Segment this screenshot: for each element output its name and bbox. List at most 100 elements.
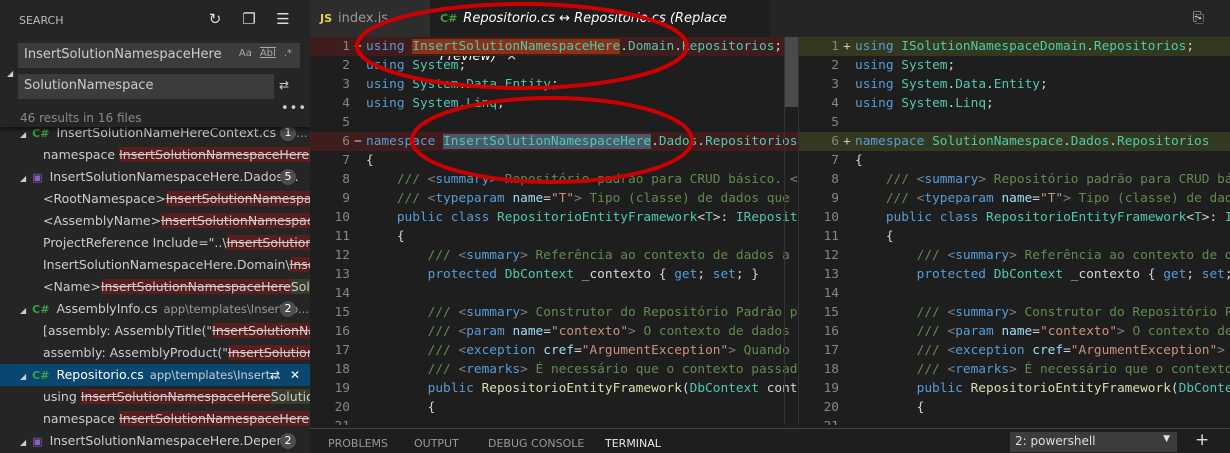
result-match[interactable]: namespace InsertSolutionNamespaceHereSo.… (0, 144, 310, 166)
result-match[interactable]: [assembly: AssemblyTitle("InsertSolution… (0, 320, 310, 342)
removed-marker-icon: − (354, 39, 362, 54)
result-match[interactable]: InsertSolutionNamespaceHere.Domain\Inser… (0, 254, 310, 276)
file-name: AssemblyInfo.cs (56, 301, 158, 316)
regex-icon[interactable]: .* (284, 48, 292, 59)
refresh-icon[interactable]: ↻ (206, 10, 224, 28)
replace-all-icon[interactable]: ⇄ (279, 78, 289, 92)
clear-results-icon[interactable]: ☰ (274, 10, 292, 28)
result-file[interactable]: ◢ C# AssemblyInfo.cs app\templates\InsertSo… (0, 298, 310, 320)
code-token: /// (885, 172, 917, 187)
open-file-icon[interactable]: ⎘ (1193, 10, 1204, 26)
code-token: typeparam (435, 191, 505, 206)
csharp-file-icon: C# (32, 369, 50, 382)
code-token: Dados (1070, 134, 1110, 149)
panel: PROBLEMS OUTPUT DEBUG CONSOLE TERMINAL 2… (310, 428, 1230, 453)
more-options-icon[interactable]: ••• (281, 101, 307, 116)
match-removed: InsertSolutionN... (227, 345, 310, 360)
code-line: 9 /// <typeparam name="T"> Tipo (classe)… (799, 189, 1230, 208)
replace-all-in-file-icon[interactable]: ⇄ (270, 364, 280, 386)
dismiss-icon[interactable]: ✕ (290, 364, 300, 386)
result-match[interactable]: ProjectReference Include="..\InsertSolut… (0, 232, 310, 254)
code-token: > (489, 172, 498, 187)
code-token: ; } (1225, 267, 1230, 282)
whole-word-icon[interactable]: Abl (260, 48, 276, 59)
expand-icon[interactable]: ◢ (20, 432, 26, 452)
code-token: Dados (658, 134, 698, 149)
code-token: public (396, 210, 444, 225)
sidebar-title: SEARCH (19, 14, 64, 27)
tab-problems[interactable]: PROBLEMS (328, 437, 388, 450)
terminal-select-value: 2: powershell (1015, 434, 1096, 448)
changed-line: 6 + namespace SolutionNamespace.Dados.Repo… (799, 132, 1230, 151)
match-removed: InsertSolutionNamespaceHere (119, 147, 310, 162)
expand-icon[interactable]: ◢ (20, 124, 26, 144)
match-prefix: <AssemblyName> (43, 213, 162, 228)
expand-icon[interactable]: ◢ (20, 300, 26, 320)
match-prefix: ProjectReference Include="..\ (43, 235, 227, 250)
changed-line: 1− using InsertSolutionNamespaceHere.Doma… (310, 37, 798, 56)
code-token: Entity (993, 77, 1040, 92)
result-file[interactable]: ◢ ▣ InsertSolutionNamespaceHere.Dados.... 5 (0, 166, 310, 188)
code-token: ; (1186, 267, 1202, 282)
result-match[interactable]: using InsertSolutionNamespaceHereSolutio… (0, 386, 310, 408)
code-line: 4 using System.Linq; (799, 94, 1230, 113)
code-token: T (1194, 210, 1202, 225)
result-match[interactable]: <AssemblyName>InsertSolutionNamespace... (0, 210, 310, 232)
original-editor[interactable]: 1− using InsertSolutionNamespaceHere.Doma… (310, 37, 798, 425)
expand-icon[interactable]: ◢ (20, 168, 26, 188)
code-token: É necessário que o contexto passad (527, 362, 798, 377)
result-match[interactable]: <RootNamespace>InsertSolutionNamespace..… (0, 188, 310, 210)
code-token: ; (774, 39, 783, 54)
line-number: 2 (831, 58, 839, 73)
tab-index-js[interactable]: JS index.js (310, 0, 430, 38)
code-token: { (855, 153, 863, 168)
new-terminal-button[interactable]: + (1195, 430, 1209, 450)
code-token: . (697, 134, 706, 149)
match-case-icon[interactable]: Aa (239, 48, 252, 59)
code-token: ; (497, 96, 505, 111)
modified-editor[interactable]: 1 + using ISolutionNamespaceDomain.Reposit… (798, 37, 1230, 425)
code-line: 2 using System; (310, 56, 798, 75)
code-token: > (520, 248, 528, 263)
removed-marker-icon: − (354, 134, 362, 149)
search-input[interactable]: InsertSolutionNamespaceHere Aa Abl .* (18, 43, 300, 68)
result-file[interactable]: ◢ ▣ InsertSolutionNamespaceHere.Depen... 2 (0, 430, 310, 452)
expand-icon[interactable]: ◢ (20, 366, 26, 386)
code-token: /// (916, 305, 948, 320)
scrollbar[interactable] (784, 37, 798, 425)
code-token: "contexto" (1039, 324, 1118, 339)
collapse-all-icon[interactable]: ❐ (240, 10, 258, 28)
code-token: Tipo (classe) de dados que (581, 191, 790, 206)
code-token: < (1186, 210, 1195, 225)
terminal-select[interactable]: 2: powershell ▼ (1010, 432, 1177, 452)
result-match[interactable]: namespace InsertSolutionNamespaceHereSo.… (0, 408, 310, 430)
code-token: . (620, 39, 628, 54)
tab-debug-console[interactable]: DEBUG CONSOLE (488, 437, 584, 450)
tab-output[interactable]: OUTPUT (414, 437, 459, 450)
tab-replace-preview[interactable]: C# Repositorio.cs ↔ Repositorio.cs (Repla… (430, 0, 770, 64)
code-token: Linq (466, 96, 498, 111)
code-token: Repositorios (1117, 134, 1210, 149)
code-token: > (1009, 362, 1017, 377)
replace-input[interactable]: SolutionNamespace (18, 74, 274, 99)
code-token: Construtor do Repositório Padrão p (527, 305, 798, 320)
tab-terminal[interactable]: TERMINAL (605, 437, 661, 450)
code-token: using (366, 96, 405, 111)
code-token: = (543, 324, 551, 339)
code-token: /// (427, 343, 459, 358)
result-match[interactable]: <Name>InsertSolutionNamespaceHereSolut..… (0, 276, 310, 298)
tab-label: index.js (338, 11, 389, 26)
line-number: 7 (831, 153, 839, 168)
code-token: System (412, 77, 459, 92)
code-token: summary (435, 172, 490, 187)
code-line: 17 /// <exception cref="ArgumentExceptio… (310, 341, 798, 360)
csharp-file-icon: C# (32, 127, 50, 140)
result-match[interactable]: assembly: AssemblyProduct("InsertSolutio… (0, 342, 310, 364)
match-prefix: using (43, 389, 81, 404)
result-file[interactable]: ◢ C# Repositorio.cs app\templates\Insert...… (0, 364, 310, 386)
toggle-replace-icon[interactable]: ◢ (7, 69, 13, 78)
line-number: 12 (823, 248, 839, 263)
